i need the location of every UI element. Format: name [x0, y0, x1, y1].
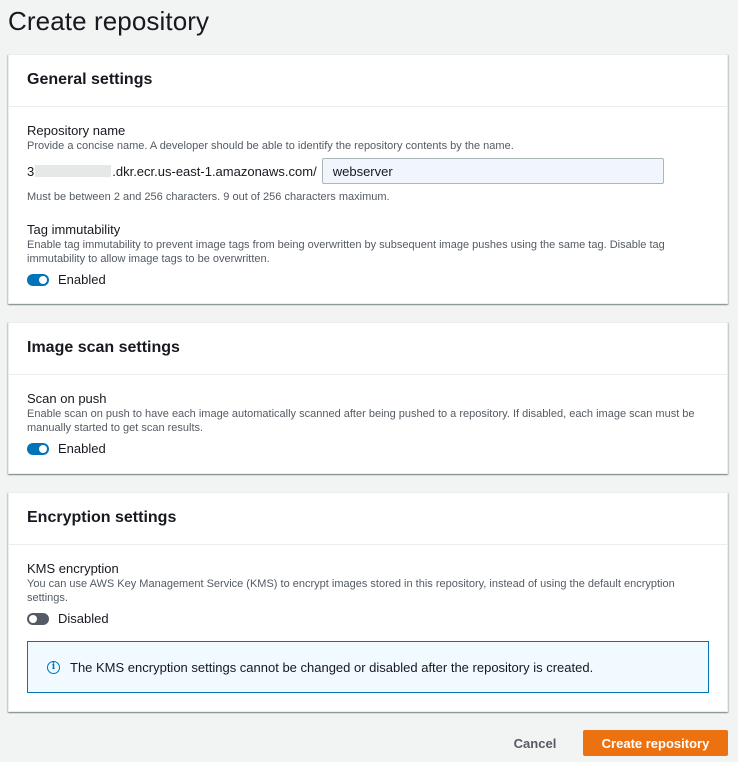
- repository-name-row: 3 .dkr.ecr.us-east-1.amazonaws.com/: [27, 158, 709, 184]
- info-icon: i: [47, 660, 60, 674]
- cancel-button[interactable]: Cancel: [505, 730, 565, 756]
- kms-encryption-description: You can use AWS Key Management Service (…: [27, 578, 675, 604]
- general-settings-title: General settings: [27, 71, 153, 88]
- image-scan-settings-body: Scan on push Enable scan on push to have…: [9, 391, 727, 456]
- encryption-settings-panel: Encryption settings KMS encryption You c…: [8, 492, 728, 712]
- tag-immutability-description: Enable tag immutability to prevent image…: [27, 239, 665, 265]
- image-scan-settings-header: Image scan settings: [9, 323, 727, 375]
- encryption-settings-title: Encryption settings: [27, 509, 177, 526]
- repository-name-label: Repository name: [27, 123, 126, 138]
- scan-on-push-toggle[interactable]: [27, 442, 49, 455]
- kms-encryption-toggle[interactable]: [27, 612, 49, 625]
- image-scan-settings-panel: Image scan settings Scan on push Enable …: [8, 322, 728, 474]
- kms-encryption-toggle-row: Disabled: [27, 611, 709, 626]
- account-id-start: 3: [27, 163, 35, 179]
- scan-on-push-toggle-row: Enabled: [27, 441, 709, 456]
- encryption-settings-header: Encryption settings: [9, 493, 727, 545]
- masked-account-id: [35, 165, 112, 177]
- kms-encryption-state: Disabled: [58, 611, 109, 626]
- tag-immutability-state: Enabled: [58, 272, 106, 287]
- create-repository-button[interactable]: Create repository: [583, 730, 728, 756]
- scan-on-push-label: Scan on push: [27, 391, 107, 406]
- toggle-knob: [29, 614, 37, 623]
- tag-immutability-toggle-row: Enabled: [27, 272, 709, 287]
- toggle-knob: [39, 275, 47, 284]
- tag-immutability-toggle[interactable]: [27, 273, 49, 286]
- repository-name-description: Provide a concise name. A developer shou…: [27, 140, 514, 152]
- kms-info-alert: i The KMS encryption settings cannot be …: [27, 641, 709, 693]
- page-title: Create repository: [8, 6, 210, 36]
- repository-name-hint: Must be between 2 and 256 characters. 9 …: [27, 191, 390, 203]
- kms-info-alert-text: The KMS encryption settings cannot be ch…: [70, 659, 594, 675]
- image-scan-settings-title: Image scan settings: [27, 339, 180, 356]
- repository-name-input[interactable]: [321, 158, 664, 184]
- scan-on-push-description: Enable scan on push to have each image a…: [27, 408, 695, 434]
- tag-immutability-label: Tag immutability: [27, 222, 121, 237]
- scan-on-push-state: Enabled: [58, 441, 106, 456]
- general-settings-panel: General settings Repository name Provide…: [8, 54, 728, 304]
- registry-domain: .dkr.ecr.us-east-1.amazonaws.com/: [112, 163, 317, 179]
- kms-encryption-label: KMS encryption: [27, 561, 119, 576]
- general-settings-body: Repository name Provide a concise name. …: [9, 123, 727, 287]
- general-settings-header: General settings: [9, 55, 727, 107]
- encryption-settings-body: KMS encryption You can use AWS Key Manag…: [9, 561, 727, 693]
- registry-uri-prefix: 3 .dkr.ecr.us-east-1.amazonaws.com/: [27, 164, 317, 179]
- toggle-knob: [39, 444, 47, 453]
